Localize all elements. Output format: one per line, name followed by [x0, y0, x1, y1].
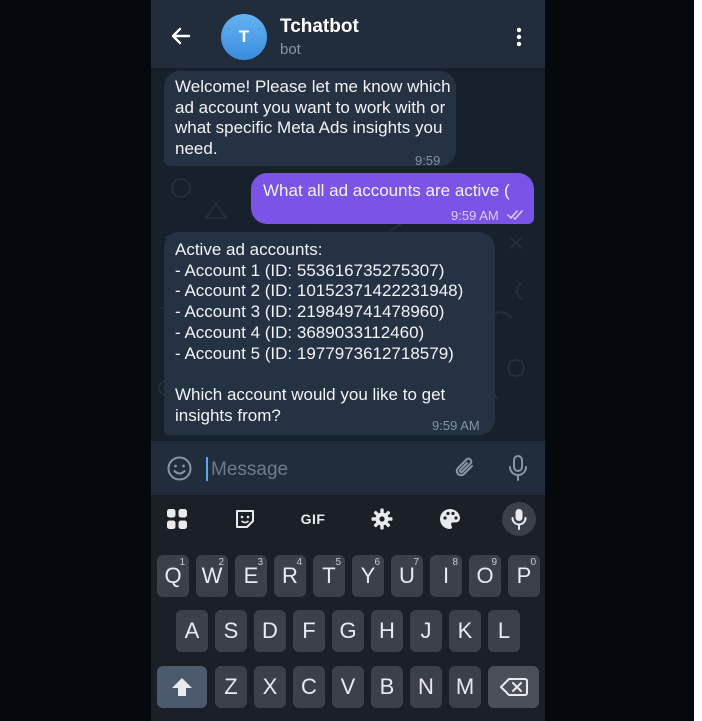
back-arrow-icon[interactable]	[169, 24, 193, 48]
more-vertical-icon[interactable]	[509, 25, 529, 49]
key-q[interactable]: Q1	[157, 555, 189, 597]
key-a[interactable]: A	[176, 610, 208, 652]
message-text: Active ad accounts: - Account 1 (ID: 553…	[175, 240, 464, 425]
gif-label: GIF	[300, 511, 326, 527]
key-e[interactable]: E3	[235, 555, 267, 597]
gif-button[interactable]: GIF	[296, 503, 330, 535]
key-hint: 9	[491, 557, 497, 568]
key-hint: 3	[257, 557, 263, 568]
on-screen-keyboard: GIF Q1 W2 E3 R4 T5 Y6 U7 I8 O9 P0 A S D …	[151, 495, 545, 721]
message-input[interactable]	[209, 454, 443, 486]
key-label: G	[339, 618, 357, 643]
message-text: What all ad accounts are active (	[263, 181, 510, 200]
key-f[interactable]: F	[293, 610, 325, 652]
backspace-icon	[499, 678, 528, 696]
key-v[interactable]: V	[332, 666, 364, 708]
key-label: T	[322, 563, 336, 588]
key-hint: 0	[530, 557, 536, 568]
key-label: F	[302, 618, 316, 643]
key-label: A	[184, 618, 200, 643]
key-b[interactable]: B	[371, 666, 403, 708]
emoji-icon[interactable]	[166, 455, 193, 482]
keyboard-microphone-icon[interactable]	[502, 502, 536, 536]
key-label: I	[442, 563, 450, 588]
avatar[interactable]: T	[221, 14, 267, 60]
message-time: 9:59 AM	[432, 418, 480, 433]
key-hint: 5	[335, 557, 341, 568]
backspace-key[interactable]	[488, 666, 539, 708]
settings-gear-icon[interactable]	[365, 503, 399, 535]
key-label: V	[340, 674, 356, 699]
key-n[interactable]: N	[410, 666, 442, 708]
key-j[interactable]: J	[410, 610, 442, 652]
shift-arrow-icon	[172, 678, 192, 696]
chat-title[interactable]: Tchatbot	[280, 16, 359, 38]
key-h[interactable]: H	[371, 610, 403, 652]
palette-icon[interactable]	[433, 503, 467, 535]
paperclip-icon[interactable]	[453, 454, 479, 482]
incoming-message[interactable]: Welcome! Please let me know which ad acc…	[164, 71, 456, 189]
key-d[interactable]: D	[254, 610, 286, 652]
key-t[interactable]: T5	[313, 555, 345, 597]
key-u[interactable]: U7	[391, 555, 423, 597]
screen-frame: T Tchatbot bot Welcome! Please let me kn…	[0, 0, 694, 721]
key-hint: 2	[218, 557, 224, 568]
key-x[interactable]: X	[254, 666, 286, 708]
key-hint: 7	[413, 557, 419, 568]
key-label: E	[243, 563, 259, 588]
key-label: Z	[224, 674, 238, 699]
key-hint: 6	[374, 557, 380, 568]
key-label: C	[301, 674, 317, 699]
key-w[interactable]: W2	[196, 555, 228, 597]
key-p[interactable]: P0	[508, 555, 540, 597]
key-s[interactable]: S	[215, 610, 247, 652]
message-time: 9:59 AM	[451, 208, 499, 223]
sticker-icon[interactable]	[228, 503, 262, 535]
key-l[interactable]: L	[488, 610, 520, 652]
key-k[interactable]: K	[449, 610, 481, 652]
key-c[interactable]: C	[293, 666, 325, 708]
outgoing-message[interactable]: What all ad accounts are active ( 9:59 A…	[251, 173, 534, 224]
incoming-message[interactable]: Active ad accounts: - Account 1 (ID: 553…	[164, 232, 495, 435]
key-label: S	[223, 618, 239, 643]
key-g[interactable]: G	[332, 610, 364, 652]
key-label: D	[262, 618, 278, 643]
chat-subtitle: bot	[280, 41, 301, 58]
double-check-icon	[507, 210, 523, 220]
text-cursor	[206, 457, 208, 481]
message-composer	[151, 441, 545, 495]
key-label: H	[379, 618, 395, 643]
key-m[interactable]: M	[449, 666, 481, 708]
key-label: L	[497, 618, 511, 643]
apps-grid-icon[interactable]	[160, 503, 194, 535]
key-label: B	[379, 674, 395, 699]
microphone-icon[interactable]	[505, 453, 531, 483]
key-label: Y	[360, 563, 376, 588]
message-text: Welcome! Please let me know which ad acc…	[175, 77, 451, 159]
key-r[interactable]: R4	[274, 555, 306, 597]
phone-screen: T Tchatbot bot Welcome! Please let me kn…	[151, 0, 545, 721]
key-o[interactable]: O9	[469, 555, 501, 597]
message-list[interactable]: Welcome! Please let me know which ad acc…	[151, 68, 545, 441]
key-i[interactable]: I8	[430, 555, 462, 597]
key-z[interactable]: Z	[215, 666, 247, 708]
key-label: X	[262, 674, 278, 699]
key-label: N	[418, 674, 434, 699]
key-y[interactable]: Y6	[352, 555, 384, 597]
key-label: K	[457, 618, 473, 643]
chat-header: T Tchatbot bot	[151, 0, 545, 68]
key-hint: 8	[452, 557, 458, 568]
shift-key[interactable]	[157, 666, 207, 708]
key-label: M	[455, 674, 475, 699]
key-label: P	[516, 563, 532, 588]
key-label: J	[420, 618, 432, 643]
key-hint: 1	[179, 557, 185, 568]
key-hint: 4	[296, 557, 302, 568]
